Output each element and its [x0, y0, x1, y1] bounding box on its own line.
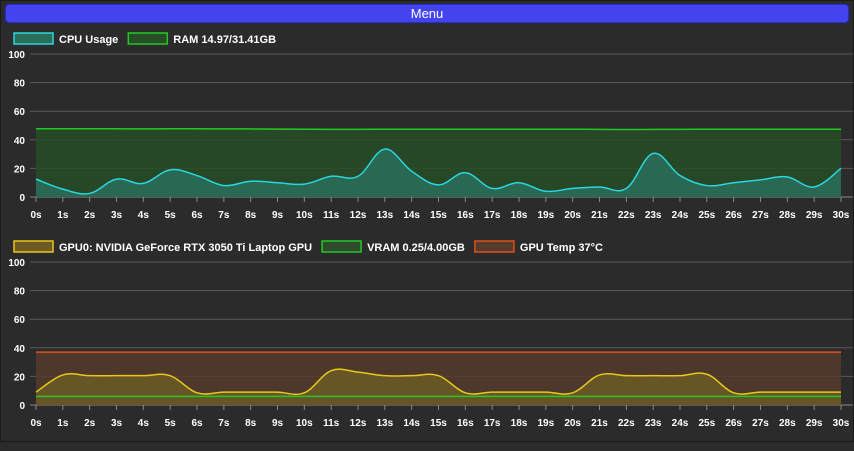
x-tick-label: 6s: [191, 210, 203, 221]
legend-item-vram[interactable]: VRAM 0.25/4.00GB: [321, 240, 465, 254]
legend-item-gpu[interactable]: GPU Temp 37°C: [474, 240, 603, 254]
legend-label: RAM 14.97/31.41GB: [173, 34, 276, 46]
x-tick-label: 15s: [430, 210, 447, 221]
y-tick-label: 40: [14, 136, 26, 147]
x-tick-label: 13s: [376, 418, 393, 429]
x-tick-label: 20s: [564, 418, 581, 429]
x-tick-label: 11s: [323, 210, 340, 221]
x-tick-label: 25s: [698, 418, 715, 429]
y-tick-label: 40: [14, 344, 26, 355]
x-tick-label: 9s: [272, 418, 284, 429]
x-tick-label: 22s: [618, 418, 635, 429]
x-tick-label: 27s: [752, 210, 769, 221]
x-tick-label: 23s: [645, 418, 662, 429]
x-tick-label: 10s: [296, 210, 313, 221]
gpu-usage-chart: 0 20 40 60 80 100 0s 1s 2s 3s 4s 5s 6s 7s 8s 9s 10s 11s 12…: [0, 236, 854, 446]
y-tick-label: 20: [14, 164, 26, 175]
legend-swatch: [474, 240, 515, 253]
x-tick-label: 16s: [457, 210, 474, 221]
x-tick-label: 17s: [484, 210, 501, 221]
x-tick-label: 0s: [30, 210, 42, 221]
x-tick-label: 3s: [111, 418, 123, 429]
x-tick-label: 5s: [165, 418, 177, 429]
system-usage-chart: 0 20 40 60 80 100 0s 1s 2s 3s 4s 5s 6s 7s 8s 9s 10s 11s 12…: [0, 28, 854, 238]
x-tick-label: 26s: [725, 418, 742, 429]
x-tick-label: 1s: [57, 210, 69, 221]
x-tick-label: 7s: [218, 418, 230, 429]
legend-swatch: [127, 32, 169, 45]
series-ram-line: [36, 128, 841, 131]
x-tick-label: 12s: [350, 210, 367, 221]
y-tick-label: 80: [14, 79, 26, 90]
x-tick-label: 5s: [165, 210, 177, 221]
x-tick-label: 21s: [591, 418, 608, 429]
x-tick-label: 3s: [111, 210, 123, 221]
x-tick-label: 13s: [376, 210, 393, 221]
x-tick-label: 0s: [30, 418, 42, 429]
x-tick-label: 19s: [537, 210, 554, 221]
legend-swatch: [321, 240, 362, 253]
x-tick-label: 23s: [645, 210, 662, 221]
x-tick-label: 28s: [779, 210, 796, 221]
x-tick-label: 30s: [833, 418, 850, 429]
x-tick-label: 2s: [84, 210, 96, 221]
x-tick-label: 12s: [350, 418, 367, 429]
y-tick-label: 0: [19, 193, 25, 204]
x-tick-label: 24s: [672, 210, 689, 221]
x-tick-label: 21s: [591, 210, 608, 221]
legend-swatch: [13, 32, 54, 45]
x-tick-label: 8s: [245, 210, 257, 221]
x-tick-label: 17s: [484, 418, 501, 429]
x-tick-label: 27s: [752, 418, 769, 429]
legend-label: VRAM 0.25/4.00GB: [367, 242, 465, 254]
legend-label: CPU Usage: [59, 34, 118, 46]
system-usage-chart-svg: 0 20 40 60 80 100 0s 1s 2s 3s 4s 5s 6s 7s 8s 9s 10s 11s 12…: [8, 32, 853, 221]
x-tick-label: 20s: [564, 210, 581, 221]
x-tick-label: 29s: [806, 418, 823, 429]
x-tick-label: 19s: [537, 418, 554, 429]
y-tick-label: 80: [14, 287, 26, 298]
x-tick-label: 28s: [779, 418, 796, 429]
x-tick-label: 4s: [138, 418, 150, 429]
x-tick-label: 25s: [698, 210, 715, 221]
legend-label: GPU0: NVIDIA GeForce RTX 3050 Ti Laptop …: [59, 242, 312, 254]
x-tick-label: 10s: [296, 418, 313, 429]
y-tick-label: 60: [14, 315, 26, 326]
x-tick-label: 1s: [57, 418, 69, 429]
x-tick-label: 2s: [84, 418, 96, 429]
x-tick-label: 30s: [833, 210, 850, 221]
legend-item-ram[interactable]: RAM 14.97/31.41GB: [127, 32, 276, 46]
x-tick-label: 7s: [218, 210, 230, 221]
x-tick-label: 14s: [403, 418, 420, 429]
x-tick-label: 6s: [191, 418, 203, 429]
x-tick-label: 14s: [403, 210, 420, 221]
x-tick-label: 15s: [430, 418, 447, 429]
x-tick-label: 4s: [138, 210, 150, 221]
gpu-usage-chart-svg: 0 20 40 60 80 100 0s 1s 2s 3s 4s 5s 6s 7s 8s 9s 10s 11s 12…: [8, 240, 853, 429]
x-tick-label: 26s: [725, 210, 742, 221]
menu-button[interactable]: Menu: [5, 4, 849, 23]
legend-swatch: [13, 240, 54, 253]
y-tick-label: 20: [14, 372, 26, 383]
legend-item-gpu0[interactable]: GPU0: NVIDIA GeForce RTX 3050 Ti Laptop …: [13, 240, 312, 254]
legend-item-cpu[interactable]: CPU Usage: [13, 32, 118, 46]
y-tick-label: 100: [8, 50, 25, 61]
y-tick-label: 60: [14, 107, 26, 118]
x-tick-label: 16s: [457, 418, 474, 429]
x-tick-label: 24s: [672, 418, 689, 429]
x-tick-label: 18s: [511, 210, 528, 221]
x-tick-label: 29s: [806, 210, 823, 221]
x-tick-label: 9s: [272, 210, 284, 221]
y-tick-label: 0: [19, 401, 25, 412]
legend-label: GPU Temp 37°C: [520, 242, 603, 254]
y-tick-label: 100: [8, 258, 25, 269]
x-tick-label: 22s: [618, 210, 635, 221]
x-tick-label: 18s: [511, 418, 528, 429]
x-tick-label: 11s: [323, 418, 340, 429]
x-tick-label: 8s: [245, 418, 257, 429]
